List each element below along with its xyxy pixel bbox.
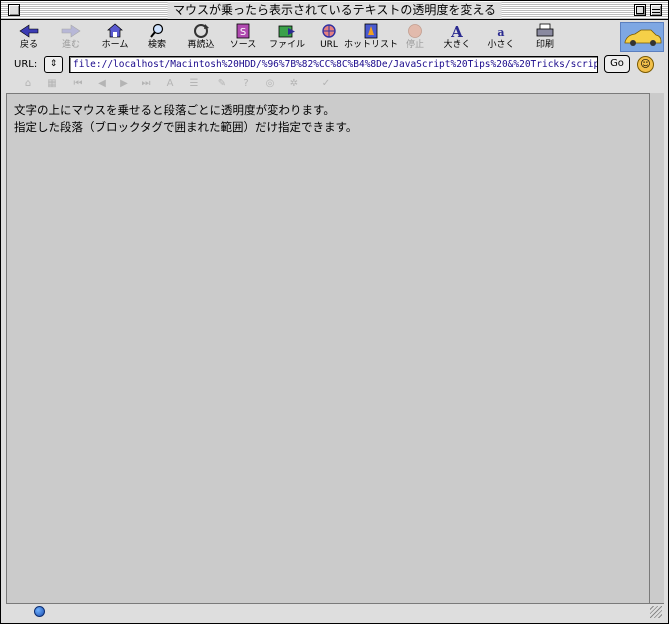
url-input[interactable]: file://localhost/Macintosh%20HDD/%96%7B%…	[69, 56, 598, 73]
text-a-icon: A	[166, 78, 174, 89]
window-title: マウスが乗ったら表示されているテキストの透明度を変える	[167, 2, 502, 19]
smaller-text-button[interactable]: a 小さく	[479, 22, 523, 54]
last-page-icon: ⏭	[141, 78, 151, 89]
resize-handle[interactable]	[650, 606, 662, 618]
smaller-text-icon: a	[491, 22, 511, 39]
first-page-icon: ⏮	[73, 78, 83, 89]
source-button[interactable]: S ソース	[221, 22, 265, 54]
updown-arrows-icon: ⇕	[49, 59, 58, 69]
prev-page-icon: ◀	[98, 78, 106, 89]
home-button[interactable]: ホーム	[93, 22, 137, 54]
grid-icon: ▦	[47, 78, 57, 89]
hotlist-button[interactable]: ホットリスト	[344, 22, 398, 54]
search-button[interactable]: 検索	[135, 22, 179, 54]
pencil-icon: ✎	[217, 78, 227, 89]
svg-text:A: A	[450, 23, 463, 39]
svg-text:S: S	[240, 27, 246, 38]
globe-icon	[34, 606, 45, 617]
list-icon: ☰	[189, 78, 199, 89]
zoom-box[interactable]	[634, 4, 646, 16]
search-icon	[147, 22, 167, 39]
stop-button[interactable]: 停止	[393, 22, 437, 54]
forward-button[interactable]: 進む	[49, 22, 93, 54]
bigger-text-button[interactable]: A 大きく	[435, 22, 479, 54]
help-icon: ?	[243, 78, 249, 89]
collapse-box[interactable]	[650, 4, 662, 16]
page-content: 文字の上にマウスを乗せると段落ごとに透明度が変わります。 指定した段落（ブロック…	[6, 93, 649, 603]
edit-toolbar: ⌂ ▦ ⏮ ◀ ▶ ⏭ A ☰ ✎ ? ◎ ✲ ✓	[5, 77, 664, 91]
home-small-icon: ⌂	[24, 78, 32, 89]
source-icon: S	[233, 22, 253, 39]
check-icon: ✓	[321, 78, 331, 89]
home-icon	[105, 22, 125, 39]
close-box[interactable]	[8, 4, 20, 16]
navigation-toolbar: 戻る 進む ホーム 検索 再読込 S ソース ファイル URL ホットリスト 停…	[5, 22, 664, 54]
print-button[interactable]: 印刷	[523, 22, 567, 54]
settings-icon: ✲	[289, 78, 299, 89]
forward-arrow-icon	[61, 22, 81, 39]
title-bar[interactable]: マウスが乗ったら表示されているテキストの透明度を変える	[1, 1, 668, 20]
url-bar: URL: ⇕ file://localhost/Macintosh%20HDD/…	[5, 55, 664, 75]
stop-icon	[405, 22, 425, 39]
browser-logo	[620, 22, 664, 52]
url-label: URL:	[14, 59, 38, 70]
smiley-icon[interactable]: ☺	[637, 56, 654, 73]
print-icon	[535, 22, 555, 39]
back-arrow-icon	[19, 22, 39, 39]
url-history-popup[interactable]: ⇕	[44, 56, 63, 73]
next-page-icon: ▶	[120, 78, 128, 89]
content-paragraph-1: 文字の上にマウスを乗せると段落ごとに透明度が変わります。	[14, 103, 335, 117]
file-icon	[277, 22, 297, 39]
go-button[interactable]: Go	[604, 55, 630, 73]
bigger-text-icon: A	[447, 22, 467, 39]
car-logo-icon	[624, 29, 662, 46]
vertical-scrollbar[interactable]	[649, 93, 664, 603]
browser-window: マウスが乗ったら表示されているテキストの透明度を変える 戻る 進む ホーム 検索…	[0, 0, 669, 624]
svg-text:a: a	[497, 26, 504, 39]
url-icon	[319, 22, 339, 39]
reload-icon	[191, 22, 211, 39]
reload-button[interactable]: 再読込	[179, 22, 223, 54]
content-paragraph-2: 指定した段落（ブロックタグで囲まれた範囲）だけ指定できます。	[14, 120, 358, 134]
back-button[interactable]: 戻る	[7, 22, 51, 54]
circle-icon: ◎	[265, 78, 275, 89]
file-button[interactable]: ファイル	[265, 22, 309, 54]
status-bar	[6, 603, 664, 619]
hotlist-icon	[361, 22, 381, 39]
